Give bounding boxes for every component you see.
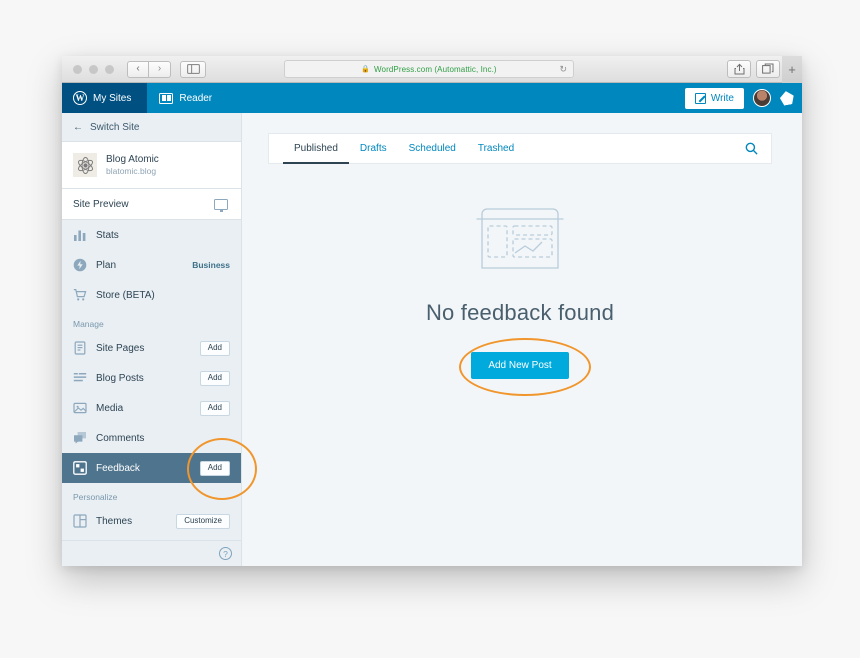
sidebar-section-personalize: Personalize — [73, 492, 118, 502]
empty-document-illustration — [476, 208, 564, 269]
tab-published[interactable]: Published — [283, 134, 349, 164]
sidebar-item-themes[interactable]: Themes Customize — [62, 506, 241, 536]
add-media-button[interactable]: Add — [199, 400, 230, 416]
tab-trashed[interactable]: Trashed — [467, 134, 525, 163]
window-controls[interactable] — [66, 64, 114, 74]
my-sites-label: My Sites — [93, 92, 132, 104]
back-arrow-icon: ← — [73, 121, 83, 133]
forward-button[interactable]: › — [149, 60, 171, 78]
posts-icon — [73, 373, 87, 382]
zoom-button[interactable] — [105, 64, 114, 74]
minimize-button[interactable] — [89, 64, 98, 74]
sidebar-item-store[interactable]: Store (BETA) — [62, 280, 241, 310]
sidebar-item-feedback[interactable]: Feedback Add — [62, 453, 241, 483]
sidebar: ← Switch Site Blog Atomic blatomic.blog — [62, 113, 242, 566]
sidebar-item-label: Comments — [96, 432, 145, 444]
tab-scheduled[interactable]: Scheduled — [398, 134, 467, 163]
pencil-icon — [694, 92, 706, 104]
wordpress-masthead: W My Sites Reader Write — [62, 83, 802, 113]
add-feedback-button[interactable]: Add — [199, 460, 230, 476]
sidebar-item-label: Plan — [96, 259, 117, 271]
stats-icon — [74, 230, 86, 241]
site-preview-label: Site Preview — [73, 198, 129, 210]
sidebar-section-manage: Manage — [73, 319, 104, 329]
store-icon — [73, 289, 87, 301]
tabs-bar: Published Drafts Scheduled Trashed — [268, 133, 772, 164]
plan-icon — [73, 258, 87, 272]
new-tab-button[interactable]: + — [782, 56, 802, 83]
masthead-my-sites[interactable]: W My Sites — [62, 83, 148, 113]
comments-icon — [74, 432, 86, 444]
avatar[interactable] — [753, 89, 771, 107]
notifications-icon[interactable] — [779, 90, 795, 106]
main-content: Published Drafts Scheduled Trashed No fe… — [242, 113, 802, 566]
sidebar-toggle-icon[interactable] — [180, 60, 206, 78]
navigation-buttons[interactable]: ‹ › — [127, 60, 171, 78]
add-blog-post-button[interactable]: Add — [199, 370, 230, 386]
lock-icon: 🔒 — [361, 66, 371, 73]
help-icon[interactable]: ? — [219, 547, 232, 560]
browser-actions — [727, 60, 780, 78]
wordpress-logo-icon: W — [73, 91, 87, 105]
themes-icon — [73, 514, 87, 528]
sidebar-item-label: Store (BETA) — [96, 289, 155, 301]
plan-badge: Business — [192, 260, 230, 270]
address-bar[interactable]: 🔒 WordPress.com (Automattic, Inc.) ↻ — [284, 60, 574, 78]
close-button[interactable] — [73, 64, 82, 74]
sidebar-item-blog-posts[interactable]: Blog Posts Add — [62, 363, 241, 393]
switch-site-label: Switch Site — [90, 121, 140, 133]
site-atom-icon — [73, 153, 97, 177]
sidebar-item-label: Blog Posts — [96, 372, 144, 384]
masthead-actions: Write — [684, 83, 795, 113]
share-icon[interactable] — [727, 60, 751, 78]
browser-toolbar: ‹ › 🔒 WordPress.com (Automattic, Inc.) ↻ — [62, 56, 802, 83]
url-text: WordPress.com (Automattic, Inc.) — [374, 64, 497, 74]
add-new-post-button[interactable]: Add New Post — [471, 352, 569, 379]
sidebar-item-label: Themes — [96, 515, 133, 527]
reader-icon — [159, 92, 174, 104]
sidebar-item-site-pages[interactable]: Site Pages Add — [62, 333, 241, 363]
write-button[interactable]: Write — [684, 87, 744, 109]
feedback-icon — [73, 461, 87, 475]
reader-label: Reader — [179, 92, 213, 104]
sidebar-item-media[interactable]: Media Add — [62, 393, 241, 423]
site-card[interactable]: Blog Atomic blatomic.blog — [62, 142, 241, 189]
sidebar-item-site-preview[interactable]: Site Preview — [62, 189, 241, 220]
tabs-overview-icon[interactable] — [756, 60, 780, 78]
app-body: ← Switch Site Blog Atomic blatomic.blog — [62, 113, 802, 566]
sidebar-item-comments[interactable]: Comments — [62, 423, 241, 453]
sidebar-item-plan[interactable]: Plan Business — [62, 250, 241, 280]
sidebar-item-label: Media — [96, 402, 124, 414]
write-label: Write — [710, 92, 734, 104]
media-icon — [73, 402, 87, 414]
site-title: Blog Atomic — [106, 154, 159, 165]
masthead-reader[interactable]: Reader — [147, 83, 224, 113]
search-icon[interactable] — [745, 134, 758, 163]
sidebar-item-label: Stats — [96, 229, 119, 241]
reload-button[interactable]: ↻ — [559, 64, 567, 75]
sidebar-item-label: Feedback — [96, 462, 140, 474]
site-url: blatomic.blog — [106, 166, 157, 176]
page-icon — [74, 341, 86, 355]
switch-site-button[interactable]: ← Switch Site — [62, 113, 241, 142]
back-button[interactable]: ‹ — [127, 60, 149, 78]
add-site-page-button[interactable]: Add — [199, 340, 230, 356]
browser-window: ‹ › 🔒 WordPress.com (Automattic, Inc.) ↻ — [62, 56, 802, 566]
tab-drafts[interactable]: Drafts — [349, 134, 398, 163]
customize-theme-button[interactable]: Customize — [176, 513, 230, 529]
site-info: Blog Atomic blatomic.blog — [106, 154, 159, 176]
sidebar-item-stats[interactable]: Stats — [62, 220, 241, 250]
empty-state-title: No feedback found — [425, 300, 615, 325]
monitor-icon — [214, 198, 228, 212]
empty-state: No feedback found Add New Post — [268, 206, 772, 379]
sidebar-item-label: Site Pages — [96, 342, 145, 354]
sidebar-footer: ? — [62, 540, 241, 566]
